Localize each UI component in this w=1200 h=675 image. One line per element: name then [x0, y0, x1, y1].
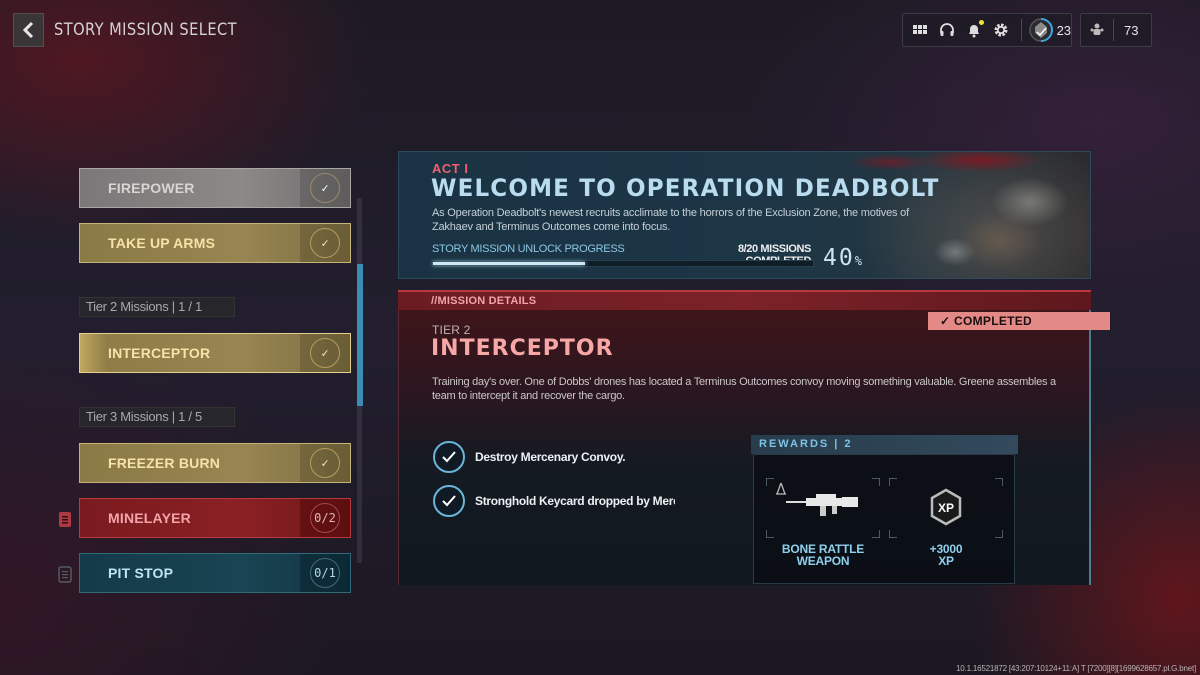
mission-name: TAKE UP ARMS: [108, 235, 216, 251]
headset-button[interactable]: [934, 17, 961, 43]
objective-item: Destroy Mercenary Convoy.: [433, 441, 675, 473]
objective-text: Stronghold Keycard dropped by Mercenary: [475, 494, 675, 508]
page-title: STORY MISSION SELECT: [54, 20, 238, 40]
rewards-panel: BONE RATTLE WEAPON XP +3000 XP: [753, 454, 1015, 584]
completed-check-icon: ✓: [310, 173, 340, 203]
act-description: As Operation Deadbolt's newest recruits …: [432, 207, 909, 233]
mission-item-minelayer[interactable]: MINELAYER 0/2: [79, 498, 351, 538]
xp-hexagon-icon: XP: [930, 488, 962, 526]
grid-menu-button[interactable]: [907, 17, 934, 43]
rank-badge-icon: [1028, 18, 1053, 42]
mission-details-label: //MISSION DETAILS: [431, 295, 537, 307]
objective-check-icon: [433, 441, 465, 473]
mission-name: FIREPOWER: [108, 180, 195, 196]
rank-button[interactable]: [1028, 17, 1054, 43]
mission-name: MINELAYER: [108, 510, 191, 526]
tier-2-header: Tier 2 Missions | 1 / 1: [79, 297, 235, 317]
clipboard-icon: [59, 512, 71, 527]
mission-item-firepower[interactable]: FIREPOWER ✓: [79, 168, 351, 208]
clipboard-icon: [58, 566, 72, 583]
mission-item-take-up-arms[interactable]: TAKE UP ARMS ✓: [79, 223, 351, 263]
party-players-icon: [1090, 23, 1104, 35]
progress-percent-value: 40: [823, 245, 855, 271]
settings-gear-icon: [994, 23, 1008, 37]
completed-check-icon: ✓: [310, 228, 340, 258]
objective-text: Destroy Mercenary Convoy.: [475, 450, 626, 464]
rank-value: 23: [1056, 22, 1072, 38]
reward-weapon-name: BONE RATTLE WEAPON: [758, 543, 888, 567]
reward-xp-amount: +3000 XP: [881, 543, 1011, 567]
act-title: WELCOME TO OPERATION DEADBOLT: [431, 174, 940, 202]
toolbar-divider: [1113, 19, 1114, 41]
tier-3-header: Tier 3 Missions | 1 / 5: [79, 407, 235, 427]
mission-name: FREEZER BURN: [108, 455, 221, 471]
reward-weapon[interactable]: [766, 478, 880, 538]
objective-check-icon: [433, 485, 465, 517]
mission-name: INTERCEPTOR: [108, 345, 211, 361]
chevron-left-icon: [22, 21, 33, 39]
mission-progress: 0/2: [310, 503, 340, 533]
top-toolbar: 23: [902, 13, 1072, 47]
completed-badge: ✓ COMPLETED: [928, 312, 1110, 330]
completed-check-icon: ✓: [310, 448, 340, 478]
objective-item: Stronghold Keycard dropped by Mercenary: [433, 485, 675, 517]
assault-rifle-icon: [786, 494, 858, 516]
mission-item-interceptor[interactable]: INTERCEPTOR ✓: [79, 333, 351, 373]
mission-progress: 0/1: [310, 558, 340, 588]
completed-check-icon: ✓: [310, 338, 340, 368]
progress-bar: [432, 260, 814, 267]
player-count: 73: [1124, 22, 1139, 38]
notification-dot: [978, 20, 984, 25]
settings-button[interactable]: [988, 17, 1015, 43]
mission-title: INTERCEPTOR: [431, 336, 614, 361]
mission-description: Training day's over. One of Dobbs' drone…: [432, 376, 1056, 402]
mission-tier: TIER 2: [432, 323, 471, 337]
progress-bar-fill: [433, 262, 585, 265]
mission-item-freezer-burn[interactable]: FREEZER BURN ✓: [79, 443, 351, 483]
svg-text:XP: XP: [938, 501, 954, 515]
build-id: 10.1.16521872 [43:207:10124+11:A] T [720…: [956, 664, 1196, 673]
toolbar-divider: [1020, 19, 1022, 41]
mission-name: PIT STOP: [108, 565, 174, 581]
reward-xp[interactable]: XP: [889, 478, 1003, 538]
reward-name-line2: WEAPON: [796, 554, 850, 568]
mission-item-pit-stop[interactable]: PIT STOP 0/1: [79, 553, 351, 593]
percent-sign: %: [854, 254, 862, 268]
headset-icon: [940, 23, 955, 36]
progress-percent: 40%: [823, 245, 862, 271]
rewards-header: REWARDS | 2: [751, 435, 1018, 454]
back-button[interactable]: [13, 13, 44, 47]
act-banner: ACT I WELCOME TO OPERATION DEADBOLT As O…: [398, 151, 1091, 279]
mission-list-scrollbar-thumb[interactable]: [357, 264, 363, 406]
party-toolbar[interactable]: 73: [1080, 13, 1152, 47]
progress-label: STORY MISSION UNLOCK PROGRESS: [432, 243, 625, 255]
mission-details-header: //MISSION DETAILS: [398, 290, 1091, 310]
reward-name-line2: XP: [938, 554, 954, 568]
grid-menu-icon: [913, 25, 928, 34]
notifications-button[interactable]: [961, 17, 988, 43]
